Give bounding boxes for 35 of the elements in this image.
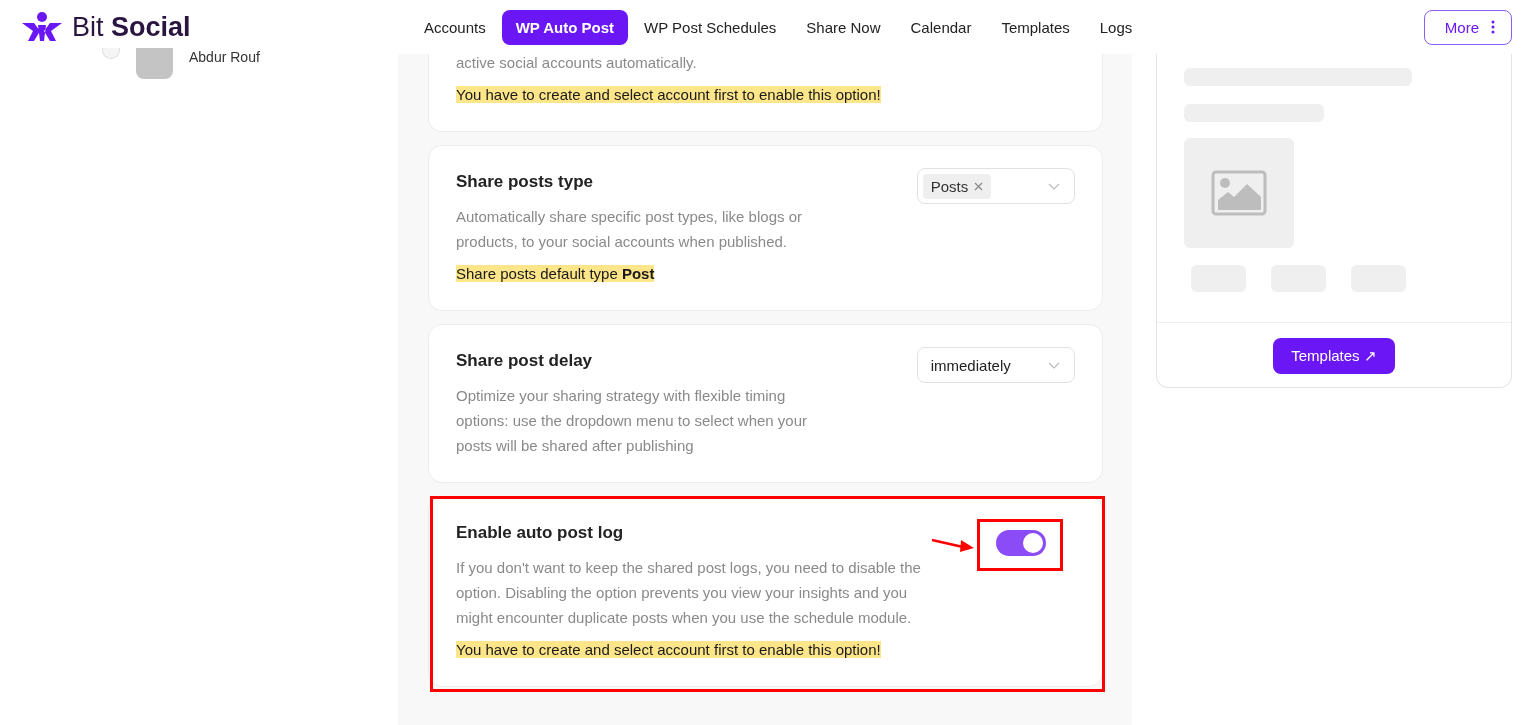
nav-tab[interactable]: Calendar	[896, 9, 986, 45]
setting-title: Enable auto post log	[456, 523, 625, 543]
setting-description: If you don't want to keep the shared post logs, you need to disable the option. Disabling the option prevents you view your insights and you might encounter duplicate posts when you use the schedule module.	[456, 558, 922, 628]
notice-text: You have to create and select account first to enable this option!	[456, 86, 881, 103]
setting-description: active social accounts automatically.	[456, 54, 698, 73]
nav-tab[interactable]: Accounts	[410, 9, 500, 45]
setting-description: Automatically share specific post types, like blogs or products, to your social accounts when published.	[456, 207, 803, 252]
setting-description: Optimize your sharing strategy with flexible timing options: use the dropdown menu to select when your posts will be shared after publishing	[456, 386, 809, 456]
nav-tab[interactable]: Templates	[987, 9, 1084, 45]
nav-tab[interactable]: WP Post Schedules	[630, 9, 791, 45]
setting-title: Share post delay	[456, 351, 594, 371]
kebab-icon	[1491, 20, 1495, 34]
delay-select[interactable]: immediately	[916, 347, 1075, 383]
notice-text: Share posts default type Post	[456, 265, 655, 282]
notice-text: You have to create and select account first to enable this option!	[456, 641, 881, 658]
setting-title: Share posts type	[456, 172, 594, 192]
tag-label: Posts	[930, 177, 969, 195]
post-type-select[interactable]: Posts	[916, 168, 1075, 204]
brand-name: Bit Social	[72, 11, 191, 43]
templates-button[interactable]: Templates ↗	[1273, 338, 1395, 374]
more-button[interactable]: More	[1423, 9, 1512, 45]
nav-tab[interactable]: Logs	[1085, 9, 1147, 45]
remove-icon[interactable]	[974, 181, 984, 191]
toggle-switch[interactable]	[996, 530, 1046, 556]
select-value: immediately	[929, 356, 1011, 374]
chevron-down-icon	[1048, 361, 1060, 369]
account-name: Abdur Rouf	[189, 49, 260, 65]
chevron-down-icon	[1048, 182, 1060, 190]
nav-tab[interactable]: Share Now	[792, 9, 895, 45]
nav-tab[interactable]: WP Auto Post	[501, 9, 629, 45]
logo-icon	[20, 11, 64, 43]
avatar	[136, 48, 173, 79]
radio-button[interactable]	[102, 48, 120, 59]
image-icon	[1211, 170, 1267, 216]
arrow-icon	[931, 537, 975, 553]
